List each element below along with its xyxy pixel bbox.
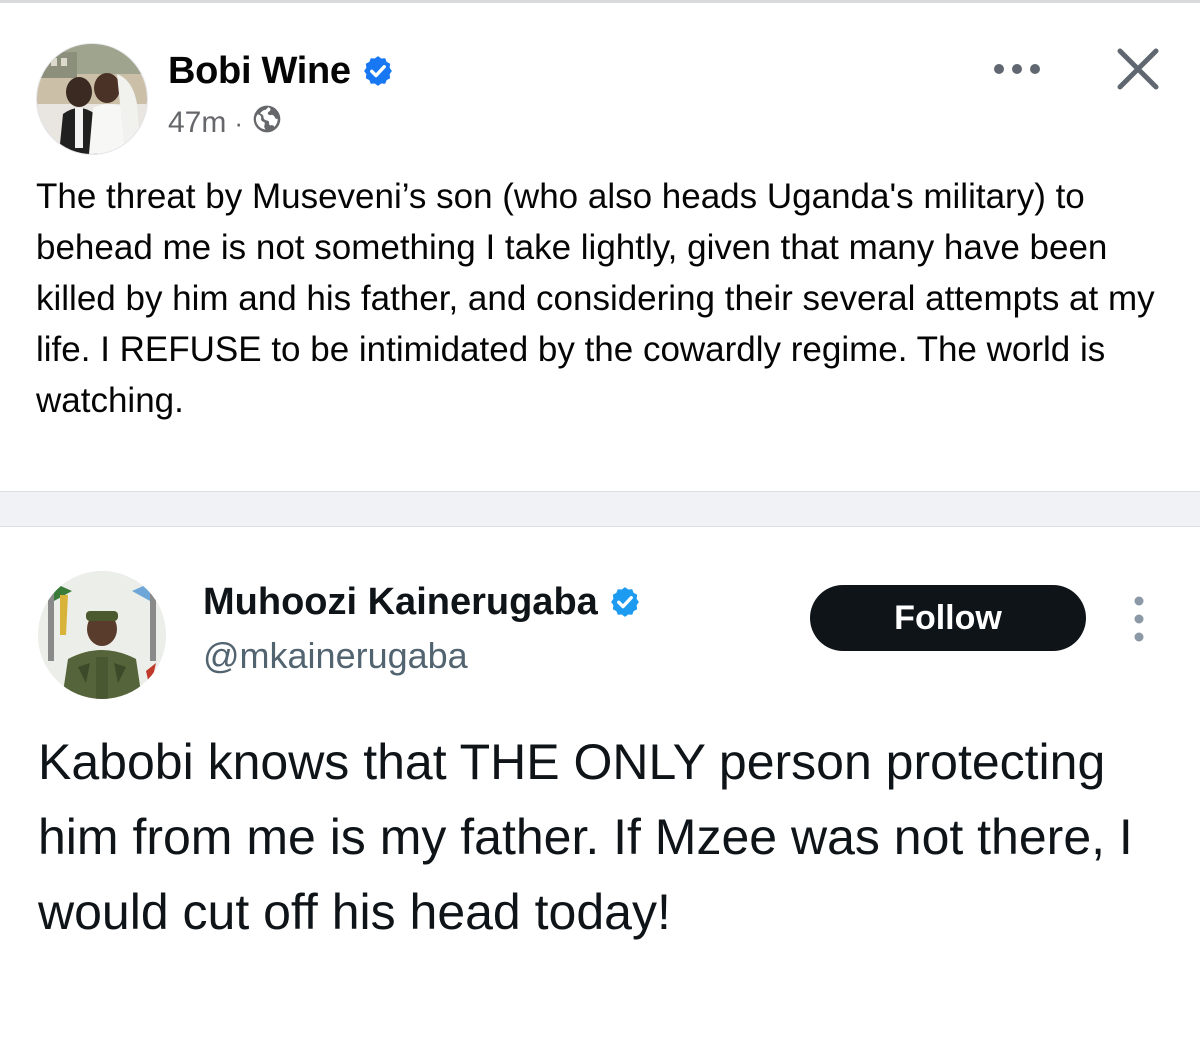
post-meta: 47m · <box>168 103 283 143</box>
post-timestamp[interactable]: 47m <box>168 106 226 140</box>
more-options-icon <box>994 64 1040 74</box>
post-divider <box>0 491 1200 527</box>
author-row: Bobi Wine <box>168 47 395 95</box>
meta-separator: · <box>234 107 244 138</box>
facebook-post: Bobi Wine 47m · The threat by Museveni’s… <box>0 3 1200 491</box>
close-button[interactable] <box>1108 39 1168 99</box>
post-body: The threat by Museveni’s son (who also h… <box>36 177 1155 420</box>
follow-button: Follow <box>810 585 1086 651</box>
tweet-author-avatar <box>38 571 166 699</box>
tweet-body: Kabobi knows that THE ONLY person protec… <box>38 734 1133 940</box>
close-icon <box>1117 48 1159 90</box>
tweet-author-handle: @mkainerugaba <box>203 635 468 676</box>
globe-icon[interactable] <box>251 103 283 143</box>
tweet-author-row: Muhoozi Kainerugaba <box>203 577 642 627</box>
author-avatar[interactable] <box>36 43 148 155</box>
tweet-screenshot[interactable]: Muhoozi Kainerugaba @mkainerugaba Follow… <box>0 527 1200 1044</box>
vertical-more-icon <box>1134 596 1144 642</box>
tweet-more-button <box>1124 593 1154 645</box>
verified-badge-icon <box>608 585 642 619</box>
verified-badge-icon <box>361 54 395 88</box>
tweet-author-name: Muhoozi Kainerugaba <box>203 580 598 623</box>
author-name[interactable]: Bobi Wine <box>168 50 351 93</box>
more-options-button[interactable] <box>982 49 1052 89</box>
